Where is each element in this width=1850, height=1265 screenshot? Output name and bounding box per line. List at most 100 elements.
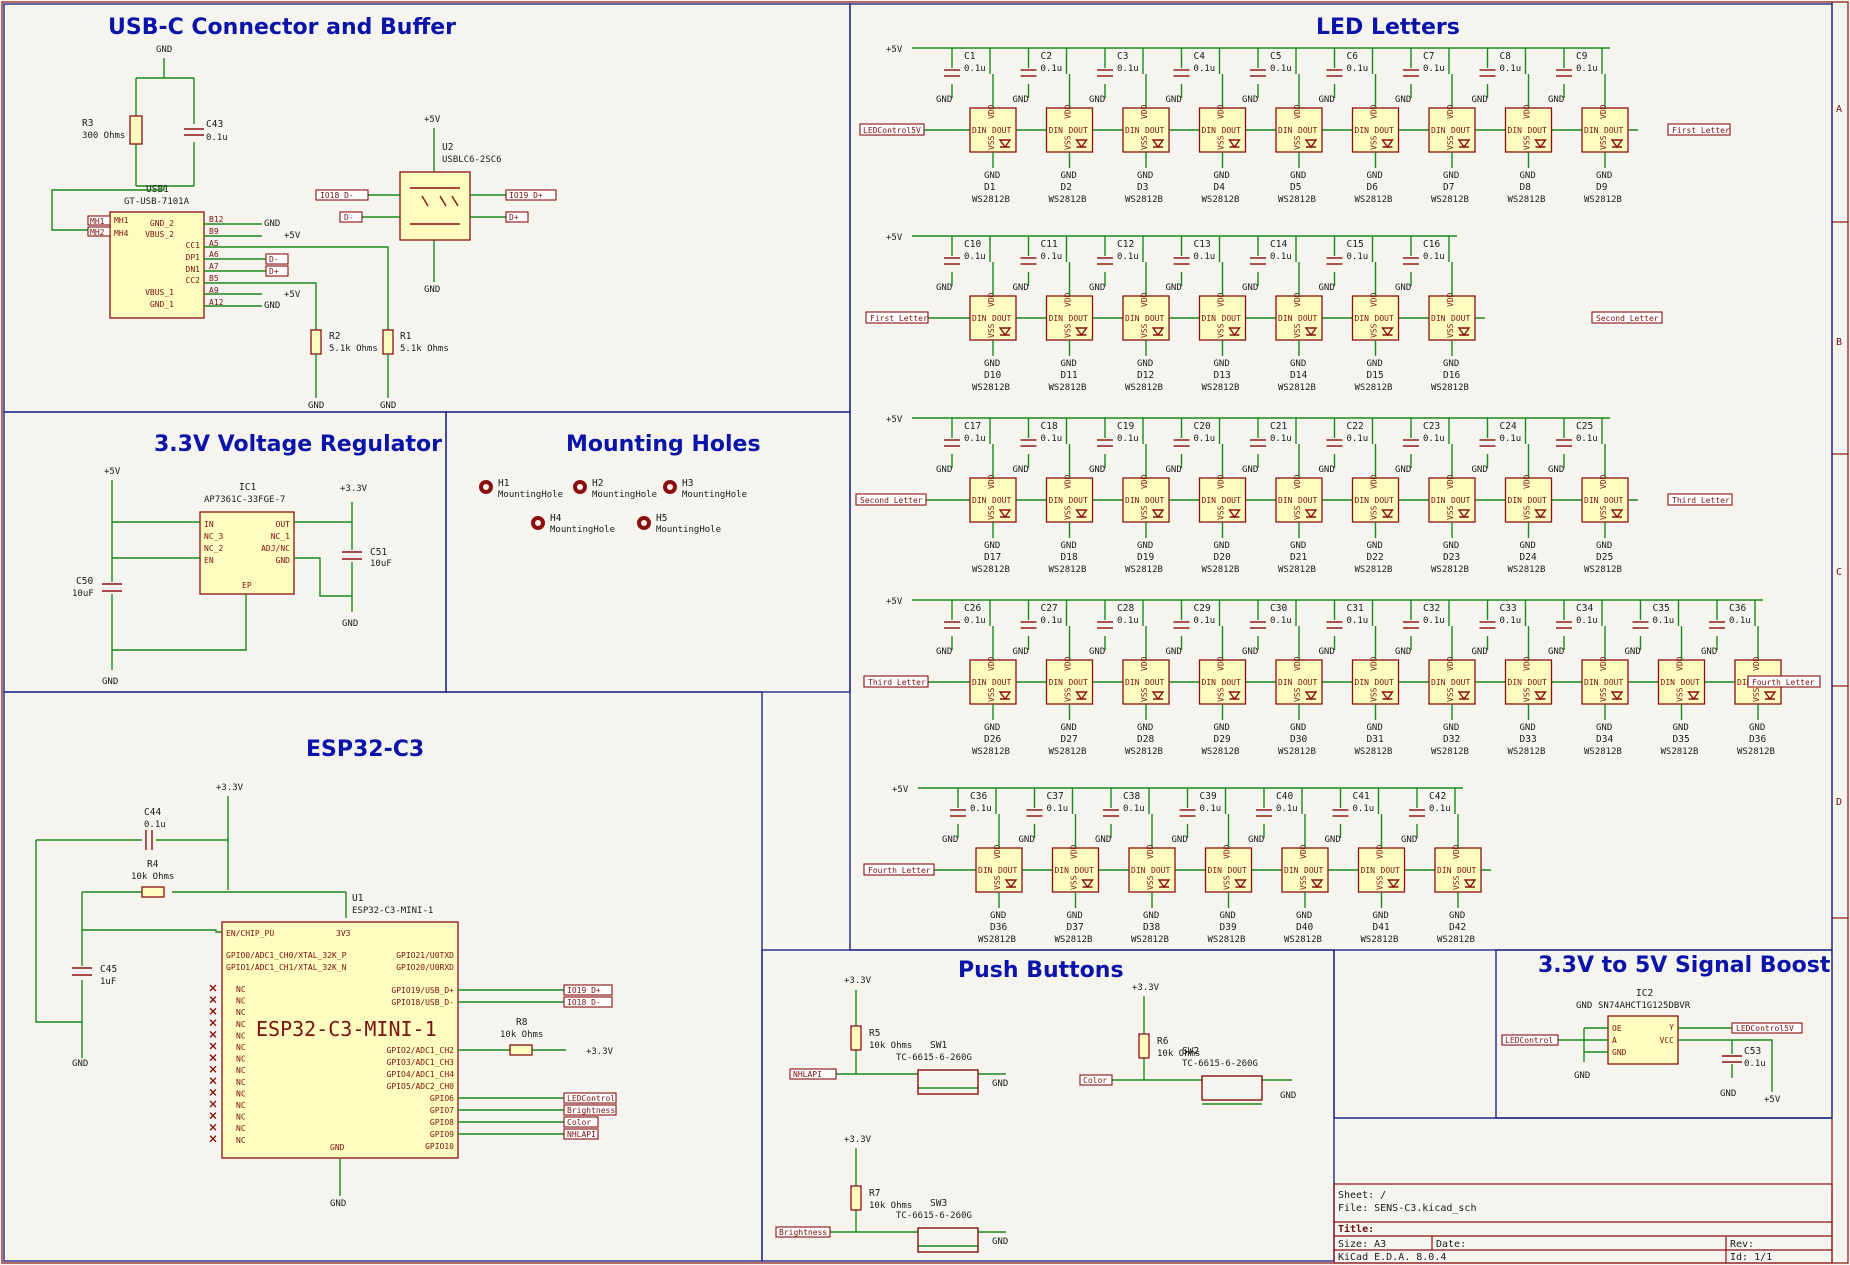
led-pin-dout: DOUT bbox=[1145, 126, 1164, 135]
svg-text:Y: Y bbox=[1669, 1023, 1674, 1032]
svg-text:R1: R1 bbox=[400, 331, 412, 342]
svg-text:Brightness: Brightness bbox=[779, 1228, 827, 1237]
svg-text:GT-USB-7101A: GT-USB-7101A bbox=[124, 197, 190, 207]
led-cap-ref: C9 bbox=[1576, 51, 1588, 62]
led-pin-vdd: VDD bbox=[1676, 656, 1685, 671]
led-ref: D12 bbox=[1137, 370, 1154, 381]
led-pin-vdd: VDD bbox=[1752, 656, 1761, 671]
led-cap-gnd: GND bbox=[1395, 465, 1411, 475]
led-part: WS2812B bbox=[1125, 383, 1163, 393]
led-pin-din: DIN bbox=[1202, 314, 1217, 323]
led-gnd: GND bbox=[1143, 911, 1159, 921]
led-cap-value: 0.1u bbox=[1423, 252, 1445, 262]
svg-text:GPIO2/ADC1_CH2: GPIO2/ADC1_CH2 bbox=[387, 1046, 455, 1055]
led-ref: D17 bbox=[984, 552, 1001, 563]
led-part: WS2812B bbox=[1202, 383, 1240, 393]
svg-text:+3.3V: +3.3V bbox=[586, 1047, 614, 1057]
svg-text:GND: GND bbox=[1576, 1001, 1592, 1011]
svg-text:Color: Color bbox=[567, 1118, 591, 1127]
led-gnd: GND bbox=[984, 541, 1000, 551]
led-cap-gnd: GND bbox=[1472, 647, 1488, 657]
svg-text:R5: R5 bbox=[869, 1028, 880, 1039]
svg-text:D+: D+ bbox=[509, 213, 519, 222]
led-part: WS2812B bbox=[1284, 935, 1322, 945]
led-ref: D13 bbox=[1214, 370, 1231, 381]
led-pin-din: DIN bbox=[1125, 126, 1140, 135]
led-pin-vss: VSS bbox=[1370, 505, 1379, 520]
led-pin-dout: DOUT bbox=[1528, 496, 1547, 505]
led-ref: D10 bbox=[984, 370, 1001, 381]
led-pin-vdd: VDD bbox=[1370, 656, 1379, 671]
led-pin-vdd: VDD bbox=[1064, 104, 1073, 119]
svg-text:GND: GND bbox=[102, 677, 118, 687]
svg-text:U2: U2 bbox=[442, 142, 453, 153]
led-gnd: GND bbox=[1749, 723, 1765, 733]
svg-text:LEDControl: LEDControl bbox=[1505, 1036, 1553, 1045]
led-pin-vss: VSS bbox=[1070, 875, 1079, 890]
svg-text:OUT: OUT bbox=[276, 520, 291, 529]
led-pin-vdd: VDD bbox=[1293, 474, 1302, 489]
led-cap-value: 0.1u bbox=[1194, 616, 1216, 626]
led-pin-vss: VSS bbox=[1146, 875, 1155, 890]
led-pin-dout: DOUT bbox=[1222, 126, 1241, 135]
led-cap-ref: C36 bbox=[1729, 603, 1746, 614]
led-part: WS2812B bbox=[1278, 565, 1316, 575]
led-gnd: GND bbox=[1137, 171, 1153, 181]
svg-text:EP: EP bbox=[242, 581, 252, 590]
led-cap-value: 0.1u bbox=[1270, 616, 1292, 626]
led-cap-ref: C31 bbox=[1347, 603, 1364, 614]
no-connect-marker bbox=[209, 1135, 217, 1143]
svg-text:C43: C43 bbox=[206, 119, 223, 130]
led-cap-gnd: GND bbox=[1701, 647, 1717, 657]
led-cap-gnd: GND bbox=[1166, 465, 1182, 475]
led-pin-dout: DOUT bbox=[1075, 866, 1094, 875]
led-cap-gnd: GND bbox=[1319, 95, 1335, 105]
led-part: WS2812B bbox=[1584, 195, 1622, 205]
led-cap-gnd: GND bbox=[1242, 95, 1258, 105]
led-cap-value: 0.1u bbox=[1117, 434, 1139, 444]
svg-text:TC-6615-6-260G: TC-6615-6-260G bbox=[896, 1211, 972, 1221]
led-cap-gnd: GND bbox=[1319, 465, 1335, 475]
led-cap-ref: C25 bbox=[1576, 421, 1593, 432]
led-cap-gnd: GND bbox=[1013, 465, 1029, 475]
led-pin-din: DIN bbox=[1278, 496, 1293, 505]
svg-text:GND: GND bbox=[342, 619, 358, 629]
led-cap-ref: C37 bbox=[1047, 791, 1064, 802]
svg-text:MH1: MH1 bbox=[90, 217, 105, 226]
frame-row-b: B bbox=[1836, 337, 1842, 348]
led-pin-din: DIN bbox=[1055, 866, 1070, 875]
led-part: WS2812B bbox=[1355, 195, 1393, 205]
tb-id: Id: 1/1 bbox=[1730, 1252, 1772, 1263]
led-cap-ref: C14 bbox=[1270, 239, 1287, 250]
svg-text:MountingHole: MountingHole bbox=[682, 490, 747, 500]
svg-text:GND: GND bbox=[424, 285, 440, 295]
led-pin-din: DIN bbox=[1202, 126, 1217, 135]
led-pin-din: DIN bbox=[1049, 678, 1064, 687]
led-cap-value: 0.1u bbox=[1347, 434, 1369, 444]
svg-text:GPIO21/U0TXD: GPIO21/U0TXD bbox=[396, 951, 454, 960]
led-cap-ref: C38 bbox=[1123, 791, 1140, 802]
led-gnd: GND bbox=[1214, 359, 1230, 369]
no-connect-marker bbox=[209, 1123, 217, 1131]
led-gnd: GND bbox=[1367, 541, 1383, 551]
led-gnd: GND bbox=[1214, 723, 1230, 733]
led-pin-dout: DOUT bbox=[1069, 496, 1088, 505]
led-ref: D41 bbox=[1373, 922, 1390, 933]
svg-text:Color: Color bbox=[1083, 1076, 1107, 1085]
tb-sheet: Sheet: / bbox=[1338, 1190, 1386, 1201]
led-cap-value: 0.1u bbox=[964, 64, 986, 74]
led-part: WS2812B bbox=[1661, 747, 1699, 757]
tb-title: Title: bbox=[1338, 1223, 1374, 1235]
svg-text:10k Ohms: 10k Ohms bbox=[131, 872, 174, 882]
led-gnd: GND bbox=[1673, 723, 1689, 733]
led-cap-value: 0.1u bbox=[1576, 434, 1598, 444]
led-pin-vss: VSS bbox=[1217, 323, 1226, 338]
led-pin-dout: DOUT bbox=[1375, 314, 1394, 323]
led-cap-ref: C1 bbox=[964, 51, 976, 62]
svg-text:10uF: 10uF bbox=[370, 559, 392, 569]
svg-text:GND: GND bbox=[1612, 1048, 1627, 1057]
esp-nc-label: NC bbox=[236, 1066, 246, 1075]
led-cap-value: 0.1u bbox=[1270, 64, 1292, 74]
led-ref: D11 bbox=[1061, 370, 1078, 381]
led-pin-vdd: VDD bbox=[1446, 292, 1455, 307]
